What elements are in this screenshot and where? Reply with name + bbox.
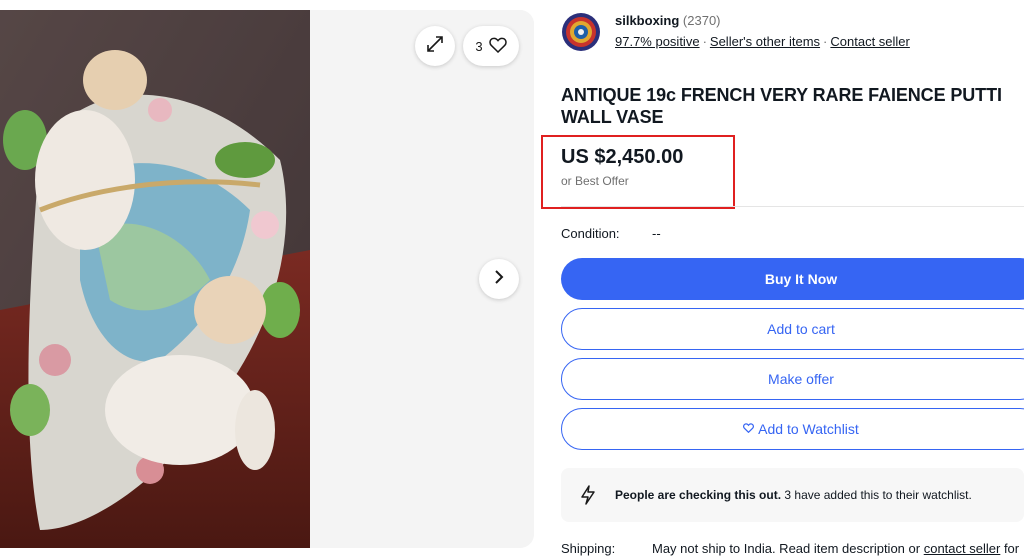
seller-avatar[interactable] [561, 12, 601, 52]
condition-label: Condition: [561, 226, 620, 241]
item-title: ANTIQUE 19c FRENCH VERY RARE FAIENCE PUT… [561, 85, 1002, 127]
divider [561, 206, 1024, 207]
seller-name-row: silkboxing (2370) [615, 13, 721, 28]
signal-detail: 3 have added this to their watchlist. [784, 488, 972, 502]
condition-value: -- [652, 226, 661, 241]
add-to-cart-button[interactable]: Add to cart [561, 308, 1024, 350]
item-price: US $2,450.00 [561, 146, 684, 168]
expand-button[interactable] [415, 26, 455, 66]
watchers-signal: People are checking this out. 3 have add… [561, 468, 1024, 522]
expand-icon [425, 34, 445, 59]
shipping-contact-seller-link[interactable]: contact seller [924, 541, 1001, 556]
seller-feedback-count: (2370) [682, 13, 721, 28]
make-offer-button[interactable]: Make offer [561, 358, 1024, 400]
watch-count: 3 [475, 38, 483, 54]
shipping-text: May not ship to India. Read item descrip… [652, 541, 921, 556]
watch-count-button[interactable]: 3 [463, 26, 519, 66]
add-to-watchlist-label: Add to Watchlist [758, 421, 859, 437]
seller-links: 97.7% positive · Seller's other items · Cont… [615, 34, 910, 49]
seller-positive-link[interactable]: 97.7% positive [615, 34, 700, 49]
heart-icon [743, 422, 755, 436]
image-gallery[interactable]: 3 [0, 10, 534, 548]
best-offer-note: or Best Offer [561, 174, 629, 188]
shipping-tail: for [1003, 541, 1020, 556]
chevron-right-icon [492, 269, 506, 290]
shipping-value: May not ship to India. Read item descrip… [652, 541, 1019, 556]
lightning-icon [577, 484, 599, 511]
seller-name[interactable]: silkboxing [615, 13, 679, 28]
signal-headline: People are checking this out. [615, 488, 782, 502]
buy-it-now-button[interactable]: Buy It Now [561, 258, 1024, 300]
signal-text: People are checking this out. 3 have add… [615, 488, 972, 502]
contact-seller-link[interactable]: Contact seller [830, 34, 909, 49]
add-to-watchlist-button[interactable]: Add to Watchlist [561, 408, 1024, 450]
seller-other-items-link[interactable]: Seller's other items [710, 34, 820, 49]
shipping-label: Shipping: [561, 541, 616, 556]
next-image-button[interactable] [479, 259, 519, 299]
heart-icon [488, 37, 507, 56]
product-photo[interactable] [0, 10, 310, 548]
